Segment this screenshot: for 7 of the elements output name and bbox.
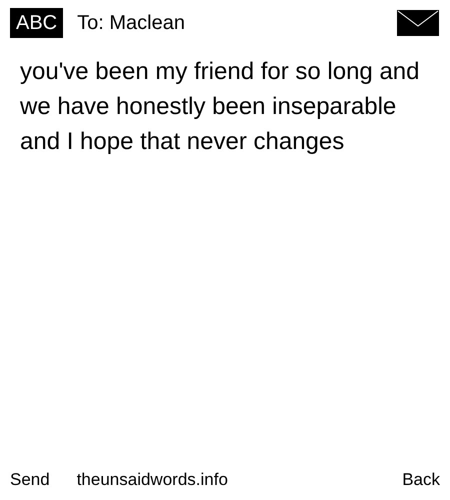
message-text: you've been my friend for so long and we have honestly been inseparable and I hope that never changes [19,57,420,157]
recipient-label: To: Maclean [77,12,186,34]
back-softkey[interactable]: Back [402,470,440,490]
envelope-icon [397,10,439,36]
input-mode-indicator: ABC [10,8,64,38]
send-softkey[interactable]: Send [10,470,50,490]
website-label: theunsaidwords.info [76,470,229,490]
